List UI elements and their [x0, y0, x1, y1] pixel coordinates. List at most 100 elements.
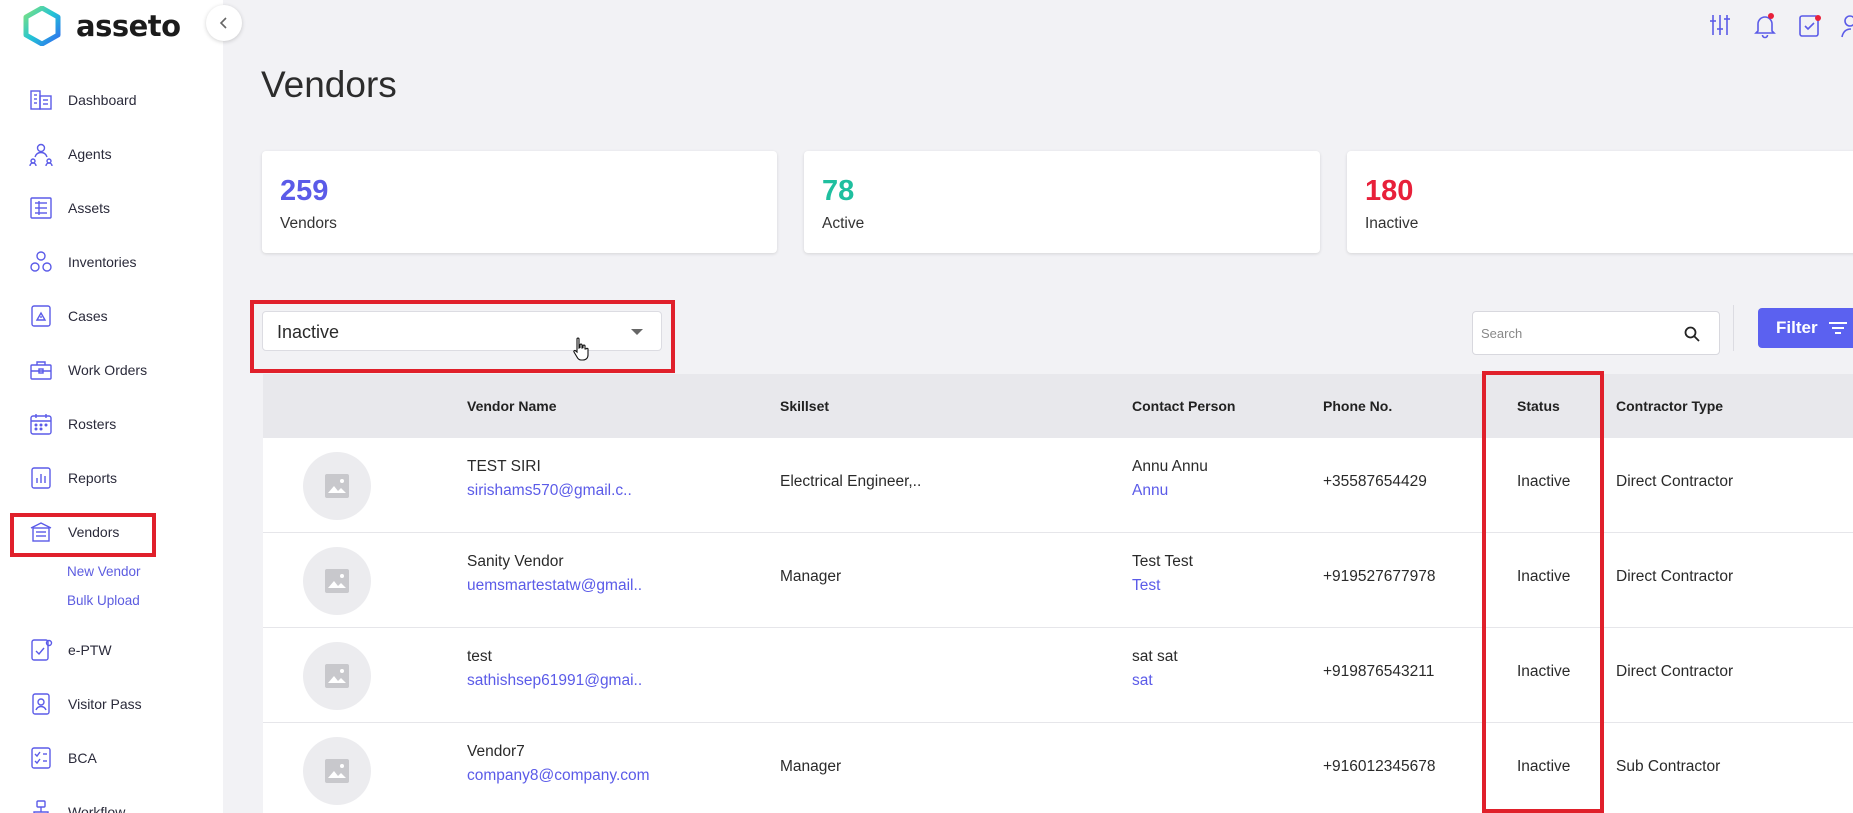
image-placeholder-icon: [325, 664, 349, 688]
asseto-logo-icon: [23, 6, 61, 46]
status-filter-select[interactable]: Inactive: [262, 311, 662, 351]
logo[interactable]: asseto: [22, 6, 181, 46]
stat-value: 259: [280, 175, 329, 207]
sidebar-item-assets[interactable]: Assets: [0, 188, 223, 228]
work-orders-icon: [30, 361, 52, 380]
toolbar-divider: [1733, 305, 1734, 351]
sidebar-item-cases[interactable]: Cases: [0, 296, 223, 336]
table-row[interactable]: Sanity Vendor uemsmartestatw@gmail.. Man…: [263, 533, 1853, 628]
search-box: [1472, 311, 1720, 355]
sidebar-item-label: BCA: [68, 750, 97, 766]
visitor-pass-icon: [32, 693, 50, 715]
sidebar-item-label: Assets: [68, 200, 111, 216]
sidebar-item-eptw[interactable]: e-PTW: [0, 630, 223, 670]
vendor-name: Vendor7: [467, 743, 525, 760]
vendors-icon: [30, 522, 52, 542]
vendor-phone: +919876543211: [1323, 663, 1435, 680]
dashboard-icon: [30, 90, 52, 110]
dropdown-caret-icon: [631, 329, 643, 335]
sidebar-item-vendors[interactable]: Vendors: [0, 512, 223, 552]
vendor-contractor-type: Direct Contractor: [1616, 568, 1734, 585]
contact-person-link[interactable]: sat: [1132, 672, 1153, 690]
sidebar-item-work-orders[interactable]: Work Orders: [0, 350, 223, 390]
column-header-contact-person[interactable]: Contact Person: [1132, 398, 1235, 414]
vendor-status: Inactive: [1517, 663, 1571, 680]
image-placeholder-icon: [325, 569, 349, 593]
task-checklist-icon[interactable]: [1795, 10, 1825, 40]
chevron-left-icon: [219, 17, 227, 29]
vendor-email-link[interactable]: uemsmartestatw@gmail..: [467, 577, 642, 595]
vendor-status: Inactive: [1517, 758, 1571, 775]
sidebar-item-bca[interactable]: BCA: [0, 738, 223, 778]
column-header-phone[interactable]: Phone No.: [1323, 398, 1392, 414]
vendor-email-link[interactable]: company8@company.com: [467, 767, 650, 785]
sidebar-item-visitor-pass[interactable]: Visitor Pass: [0, 684, 223, 724]
vendor-skillset: Manager: [780, 568, 842, 585]
sidebar-item-inventories[interactable]: Inventories: [0, 242, 223, 282]
filter-button-label: Filter: [1776, 318, 1818, 337]
table-header: Vendor Name Skillset Contact Person Phon…: [263, 374, 1853, 438]
app-name: asseto: [76, 9, 181, 43]
reports-icon: [31, 467, 51, 489]
vendor-email-link[interactable]: sathishsep61991@gmai..: [467, 672, 642, 690]
vendor-skillset: Electrical Engineer,..: [780, 473, 922, 490]
contact-person-link[interactable]: Annu: [1132, 482, 1168, 500]
vendor-status: Inactive: [1517, 473, 1571, 490]
user-profile-icon[interactable]: [1840, 10, 1853, 40]
page-title: Vendors: [261, 64, 397, 105]
vendor-phone: +919527677978: [1323, 568, 1436, 585]
sidebar-item-dashboard[interactable]: Dashboard: [0, 80, 223, 120]
table-row[interactable]: test sathishsep61991@gmai.. sat sat sat …: [263, 628, 1853, 723]
stat-card-active[interactable]: 78 Active: [804, 151, 1320, 253]
sidebar-subitem-new-vendor[interactable]: New Vendor: [67, 564, 141, 579]
contact-person: Annu Annu: [1132, 458, 1208, 475]
sidebar-item-reports[interactable]: Reports: [0, 458, 223, 498]
inventories-icon: [30, 251, 52, 272]
vendor-name: Sanity Vendor: [467, 553, 564, 570]
notification-bell-icon[interactable]: [1750, 10, 1780, 40]
sidebar-item-label: Agents: [68, 146, 112, 162]
sidebar-collapse-button[interactable]: [206, 5, 242, 41]
stat-label: Vendors: [280, 215, 337, 232]
vendor-contractor-type: Direct Contractor: [1616, 663, 1734, 680]
search-input[interactable]: [1481, 322, 1681, 344]
sidebar-item-label: Workflow: [68, 804, 126, 813]
vendor-avatar: [303, 737, 371, 805]
sidebar-item-label: Cases: [68, 308, 108, 324]
sidebar-item-rosters[interactable]: Rosters: [0, 404, 223, 444]
vendor-email-link[interactable]: sirishams570@gmail.c..: [467, 482, 632, 500]
vendor-contractor-type: Direct Contractor: [1616, 473, 1734, 490]
stat-label: Inactive: [1365, 215, 1419, 232]
settings-sliders-icon[interactable]: [1705, 10, 1735, 40]
cases-icon: [31, 305, 51, 327]
search-icon[interactable]: [1683, 325, 1701, 343]
stat-card-vendors[interactable]: 259 Vendors: [262, 151, 777, 253]
vendor-status: Inactive: [1517, 568, 1571, 585]
vendor-avatar: [303, 452, 371, 520]
sidebar-item-agents[interactable]: Agents: [0, 134, 223, 174]
filter-button[interactable]: Filter: [1758, 308, 1853, 348]
agents-icon: [29, 143, 53, 167]
contact-person: Test Test: [1132, 553, 1193, 570]
vendor-contractor-type: Sub Contractor: [1616, 758, 1721, 775]
stat-label: Active: [822, 215, 865, 232]
column-header-skillset[interactable]: Skillset: [780, 398, 829, 414]
workflow-icon: [33, 800, 49, 813]
sidebar-subitem-bulk-upload[interactable]: Bulk Upload: [67, 593, 140, 608]
vendor-avatar: [303, 547, 371, 615]
column-header-contractor-type[interactable]: Contractor Type: [1616, 398, 1723, 414]
sidebar-item-label: e-PTW: [68, 642, 112, 658]
column-header-status[interactable]: Status: [1517, 398, 1560, 414]
image-placeholder-icon: [325, 759, 349, 783]
vendor-phone: +35587654429: [1323, 473, 1427, 490]
contact-person-link[interactable]: Test: [1132, 577, 1160, 595]
table-row[interactable]: Vendor7 company8@company.com Manager +91…: [263, 723, 1853, 813]
column-header-vendor-name[interactable]: Vendor Name: [467, 398, 556, 414]
sidebar-item-workflow[interactable]: Workflow: [0, 792, 223, 813]
sidebar-item-label: Vendors: [68, 524, 120, 540]
stat-card-inactive[interactable]: 180 Inactive: [1347, 151, 1853, 253]
vendor-name: TEST SIRI: [467, 458, 541, 475]
table-row[interactable]: TEST SIRI sirishams570@gmail.c.. Electri…: [263, 438, 1853, 533]
assets-icon: [30, 197, 52, 219]
stat-value: 78: [822, 175, 855, 207]
